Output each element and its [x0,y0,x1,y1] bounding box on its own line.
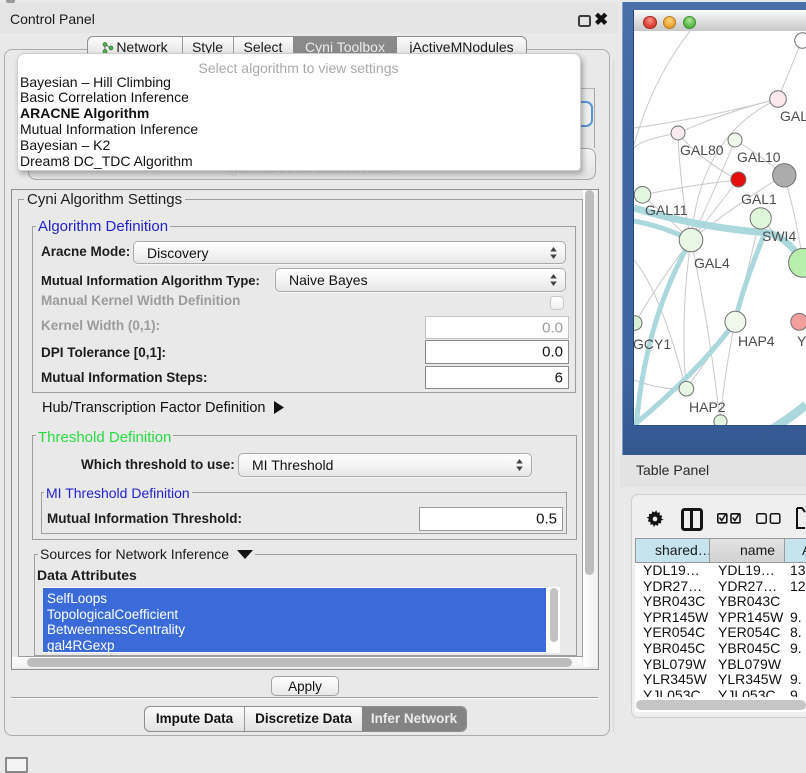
svg-text:Y: Y [797,333,806,349]
svg-text:GAL10: GAL10 [737,149,781,165]
svg-text:SWI4: SWI4 [762,228,796,244]
svg-text:HAP4: HAP4 [738,333,775,349]
svg-text:GCY1: GCY1 [634,336,671,352]
svg-text:HAP2: HAP2 [689,399,726,415]
svg-text:GAL4: GAL4 [694,255,730,271]
svg-text:GAL80: GAL80 [680,142,724,158]
svg-text:GAL7: GAL7 [780,108,806,124]
svg-text:GAL1: GAL1 [741,191,777,207]
svg-text:GAL11: GAL11 [645,202,688,218]
